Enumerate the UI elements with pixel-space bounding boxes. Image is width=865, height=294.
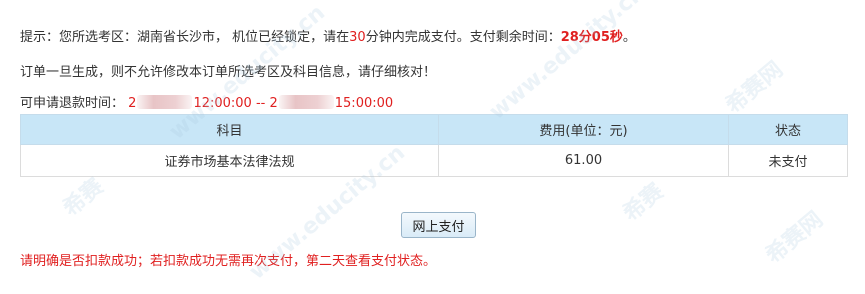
redacted-date: [137, 95, 193, 109]
status-cell: 未支付: [728, 144, 848, 177]
online-pay-button[interactable]: 网上支付: [401, 212, 476, 238]
redacted-date: [278, 95, 334, 109]
subject-cell: 证券市场基本法律法规: [20, 144, 439, 177]
notice-minutes: 30: [349, 30, 366, 45]
deduction-note: 请明确是否扣款成功；若扣款成功无需再次支付，第二天查看支付状态。: [20, 254, 437, 269]
refund-end: 2 15:00:00: [269, 95, 394, 111]
fee-cell: 61.00: [438, 144, 729, 177]
notice-prefix: 提示：您所选考区：湖南省长沙市， 机位已经锁定，请在: [20, 30, 350, 45]
watermark-text: 希赛: [58, 174, 109, 222]
watermark-text: www.educity.cn: [484, 0, 650, 125]
header-subject: 科目: [20, 114, 439, 145]
table-header-row: 科目 费用(单位：元) 状态: [20, 114, 848, 145]
notice-middle: 分钟内完成支付。支付剩余时间：: [365, 30, 561, 45]
refund-label: 可申请退款时间：: [20, 96, 125, 111]
refund-end-time: 15:00:00: [334, 96, 394, 111]
refund-start-time: 12:00:00: [193, 96, 252, 111]
fee-table: 科目 费用(单位：元) 状态 证券市场基本法律法规 61.00 未支付: [20, 114, 848, 177]
refund-end-prefix: 2: [269, 96, 278, 111]
notice-suffix: 。: [622, 30, 636, 45]
refund-period: 可申请退款时间： 2 12:00:00 -- 2 15:00:00: [20, 92, 393, 111]
refund-start-prefix: 2: [128, 96, 137, 111]
order-warning: 订单一旦生成，则不允许修改本订单所选考区及科目信息，请仔细核对！: [20, 65, 437, 80]
watermark-text: 希赛: [618, 179, 669, 227]
header-fee: 费用(单位：元): [438, 114, 729, 145]
remaining-time: 28分05秒: [560, 30, 623, 45]
table-row: 证券市场基本法律法规 61.00 未支付: [20, 144, 848, 177]
refund-separator: --: [251, 96, 270, 111]
refund-start: 2 12:00:00: [128, 95, 252, 111]
watermark-text: 希赛网: [761, 207, 828, 269]
payment-notice: 提示：您所选考区：湖南省长沙市， 机位已经锁定，请在30分钟内完成支付。支付剩余…: [20, 26, 636, 45]
watermark-text: 希赛网: [721, 57, 788, 119]
header-status: 状态: [728, 114, 848, 145]
